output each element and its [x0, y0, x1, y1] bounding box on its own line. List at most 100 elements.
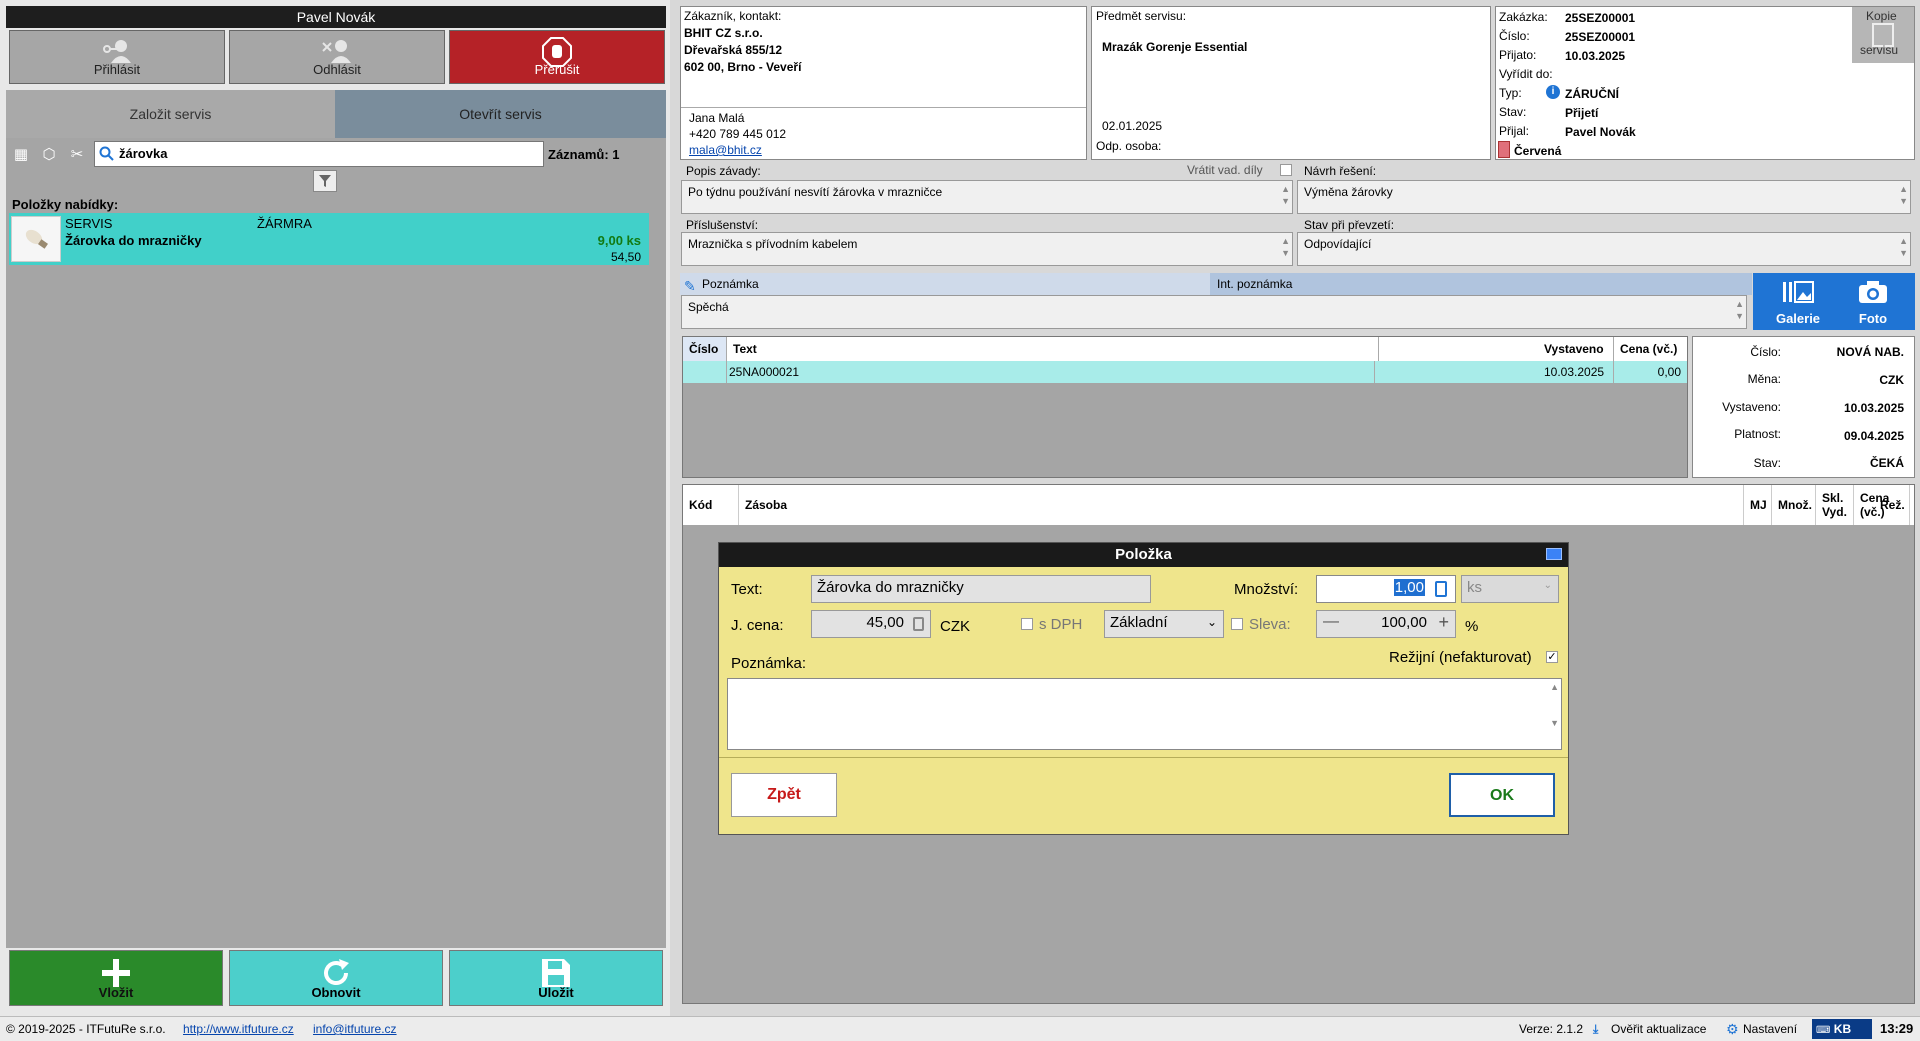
cell-price: 0,00: [1657, 365, 1681, 379]
col-number[interactable]: Číslo: [683, 337, 727, 361]
subject-date: 02.01.2025: [1102, 119, 1163, 133]
scroll-arrows[interactable]: ▲ ▼: [1281, 235, 1290, 259]
subject-value: Mrazák Gorenje Essential: [1102, 40, 1248, 54]
condition-value: Odpovídající: [1304, 237, 1372, 251]
scroll-arrows[interactable]: ▲ ▼: [1735, 298, 1744, 322]
customer-street: Dřevařská 855/12: [684, 43, 783, 57]
stop-hand-icon: [450, 37, 664, 67]
col-text[interactable]: Text: [727, 337, 1379, 361]
tab-internal-note[interactable]: Int. poznámka: [1213, 273, 1292, 295]
type-label: Typ:: [1499, 86, 1522, 100]
offers-table: Číslo Text Vystaveno Cena (vč.) 25NA0000…: [682, 336, 1688, 478]
note-label: Poznámka:: [731, 655, 807, 672]
tab-note[interactable]: ✎ Poznámka: [680, 273, 1210, 295]
version-text: Verze: 2.1.2: [1519, 1022, 1584, 1036]
save-label: Uložit: [538, 985, 574, 1000]
login-label: Přihlásit: [93, 62, 141, 77]
insert-button[interactable]: Vložit: [9, 950, 223, 1006]
email-link[interactable]: info@itfuture.cz: [313, 1017, 397, 1041]
condition-label: Stav při převzetí:: [1304, 218, 1395, 232]
filter-button[interactable]: [313, 170, 337, 192]
discount-stepper[interactable]: — 100,00 +: [1316, 610, 1456, 638]
ok-button[interactable]: OK: [1449, 773, 1555, 817]
number-label: Číslo:: [1499, 29, 1530, 43]
photo-button[interactable]: Foto: [1831, 273, 1915, 330]
login-button[interactable]: Přihlásit: [9, 30, 225, 84]
col-qty[interactable]: Množ.: [1772, 485, 1816, 525]
chevron-down-icon: ⌄: [1206, 615, 1217, 629]
fault-field[interactable]: Po týdnu používání nesvítí žárovka v mra…: [681, 180, 1293, 214]
tab-open-service[interactable]: Otevřít servis: [335, 90, 666, 138]
save-button[interactable]: Uložit: [449, 950, 663, 1006]
scroll-arrows[interactable]: ▲ ▼: [1550, 681, 1559, 729]
keyboard-toggle[interactable]: ⌨ KB: [1812, 1019, 1872, 1039]
search-box[interactable]: [94, 141, 544, 167]
minus-icon[interactable]: —: [1323, 613, 1339, 631]
abort-button[interactable]: Přerušit: [449, 30, 665, 84]
contact-email[interactable]: mala@bhit.cz: [689, 143, 762, 157]
scroll-arrows[interactable]: ▲ ▼: [1281, 183, 1290, 207]
overhead-checkbox[interactable]: ✓: [1546, 651, 1558, 663]
settings-link[interactable]: Nastavení: [1743, 1017, 1797, 1041]
accessories-field[interactable]: Mraznička s přívodním kabelem ▲ ▼: [681, 232, 1293, 266]
col-code[interactable]: Kód: [683, 485, 739, 525]
condition-field[interactable]: Odpovídající ▲ ▼: [1297, 232, 1911, 266]
col-unit[interactable]: MJ: [1744, 485, 1772, 525]
table-row[interactable]: 25NA000021 10.03.2025 0,00: [683, 361, 1687, 383]
scroll-arrows[interactable]: ▲ ▼: [1899, 183, 1908, 207]
grid-icon[interactable]: ▦: [12, 146, 30, 164]
text-input[interactable]: Žárovka do mrazničky: [811, 575, 1151, 603]
col-stock[interactable]: Zásoba: [739, 485, 1744, 525]
info-icon[interactable]: i: [1546, 85, 1560, 99]
refresh-button[interactable]: Obnovit: [229, 950, 443, 1006]
calculator-icon[interactable]: [1435, 581, 1447, 597]
col-stock-issued[interactable]: Skl. Vyd.: [1816, 485, 1854, 525]
col-overhead[interactable]: Rež.: [1874, 485, 1914, 525]
gallery-button[interactable]: Galerie: [1753, 273, 1843, 330]
col-price[interactable]: Cena (vč.): [1614, 337, 1687, 361]
download-icon: ⤓: [1593, 1022, 1599, 1036]
solution-field[interactable]: Výměna žárovky ▲ ▼: [1297, 180, 1911, 214]
scroll-arrows[interactable]: ▲ ▼: [1899, 235, 1908, 259]
detail-validity-value: 09.04.2025: [1843, 429, 1904, 443]
col-issued[interactable]: Vystaveno: [1538, 337, 1614, 361]
state-label: Stav:: [1499, 105, 1527, 119]
note-textarea[interactable]: ▲ ▼: [727, 678, 1562, 750]
gear-icon: ⚙: [1726, 1021, 1739, 1037]
customer-box[interactable]: Zákazník, kontakt: BHIT CZ s.r.o. Dřevař…: [680, 6, 1087, 160]
subject-box[interactable]: Předmět servisu: Mrazák Gorenje Essentia…: [1091, 6, 1491, 160]
copy-service-button[interactable]: Kopie servisu: [1852, 7, 1914, 63]
logout-icon: [230, 37, 444, 63]
box-icon[interactable]: ⬡: [40, 146, 58, 164]
search-icon: [99, 146, 114, 161]
qty-label: Množství:: [1234, 581, 1299, 598]
discount-checkbox[interactable]: [1231, 618, 1243, 630]
accessories-label: Příslušenství:: [686, 218, 759, 232]
tab-new-service[interactable]: Založit servis: [6, 90, 335, 138]
fault-label: Popis závady:: [686, 164, 761, 178]
qty-value: 1,00: [1393, 579, 1425, 596]
list-item[interactable]: SERVIS ŽÁRMRA Žárovka do mrazničky 9,00 …: [9, 213, 649, 265]
plus-icon[interactable]: +: [1438, 612, 1449, 633]
contact-name: Jana Malá: [689, 111, 745, 125]
unit-select[interactable]: ks ⌄: [1461, 575, 1559, 603]
discount-label: Sleva:: [1249, 616, 1291, 633]
vat-rate-select[interactable]: Základní ⌄: [1104, 610, 1224, 638]
detail-state-value: ČEKÁ: [1869, 456, 1904, 470]
note-field[interactable]: Spěchá ▲ ▼: [681, 295, 1747, 329]
search-input[interactable]: [119, 146, 529, 161]
return-parts-checkbox[interactable]: [1280, 164, 1292, 176]
website-link[interactable]: http://www.itfuture.cz: [183, 1017, 294, 1041]
item-price: 54,50: [610, 250, 641, 264]
back-button[interactable]: Zpět: [731, 773, 837, 817]
return-parts-label: Vrátit vad. díly: [1187, 163, 1263, 177]
keyboard-icon[interactable]: [1546, 548, 1562, 560]
gallery-icon: [1753, 279, 1843, 305]
vat-checkbox[interactable]: [1021, 618, 1033, 630]
number-value: 25SEZ00001: [1565, 30, 1636, 44]
logout-button[interactable]: Odhlásit: [229, 30, 445, 84]
tools-icon[interactable]: ✂: [68, 146, 86, 164]
price-label: J. cena:: [731, 617, 784, 634]
calculator-icon[interactable]: [913, 617, 924, 631]
check-updates-link[interactable]: Ověřit aktualizace: [1611, 1017, 1706, 1041]
